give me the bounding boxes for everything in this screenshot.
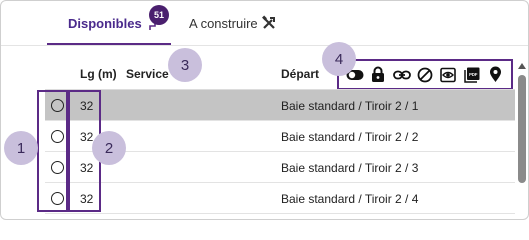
lock-icon[interactable] xyxy=(369,66,387,84)
panel: Disponibles 51 A construire Lg (m) Servi… xyxy=(0,0,529,220)
available-count-badge: 51 xyxy=(149,5,169,25)
eye-icon[interactable] xyxy=(439,66,457,84)
column-header-service[interactable]: Service xyxy=(126,67,169,81)
scroll-up-arrow-icon[interactable] xyxy=(517,61,527,71)
tab-disponibles-label: Disponibles xyxy=(68,15,142,31)
forbidden-icon[interactable] xyxy=(416,66,434,84)
location-pin-icon[interactable] xyxy=(486,66,504,84)
tab-a-construire-label: A construire xyxy=(189,15,258,31)
cell-depart: Baie standard / Tiroir 2 / 3 xyxy=(281,161,419,175)
tab-a-construire[interactable]: A construire xyxy=(189,7,277,39)
link-icon[interactable] xyxy=(392,66,411,84)
cell-depart: Baie standard / Tiroir 2 / 4 xyxy=(281,192,419,206)
svg-text:PDF: PDF xyxy=(469,72,478,77)
column-header-depart[interactable]: Départ xyxy=(281,67,319,81)
cell-depart: Baie standard / Tiroir 2 / 1 xyxy=(281,99,419,113)
cell-depart: Baie standard / Tiroir 2 / 2 xyxy=(281,130,419,144)
tools-icon xyxy=(261,15,277,32)
row-actions-toolbar: PDF xyxy=(337,59,513,90)
callout-3: 3 xyxy=(168,48,202,82)
vertical-scrollbar[interactable] xyxy=(517,61,527,219)
radio-column-highlight xyxy=(37,90,68,212)
column-header-lg[interactable]: Lg (m) xyxy=(80,67,117,81)
callout-2: 2 xyxy=(92,131,126,165)
tabs-divider xyxy=(1,45,528,46)
callout-4: 4 xyxy=(322,42,356,76)
table-row[interactable]: 32 Baie standard / Tiroir 2 / 1 xyxy=(45,90,515,121)
tab-disponibles[interactable]: Disponibles xyxy=(68,7,162,39)
callout-1: 1 xyxy=(4,131,38,165)
table-row[interactable]: 32 Baie standard / Tiroir 2 / 4 xyxy=(45,183,515,214)
scrollbar-thumb[interactable] xyxy=(518,75,526,183)
pdf-icon[interactable]: PDF xyxy=(463,66,481,84)
